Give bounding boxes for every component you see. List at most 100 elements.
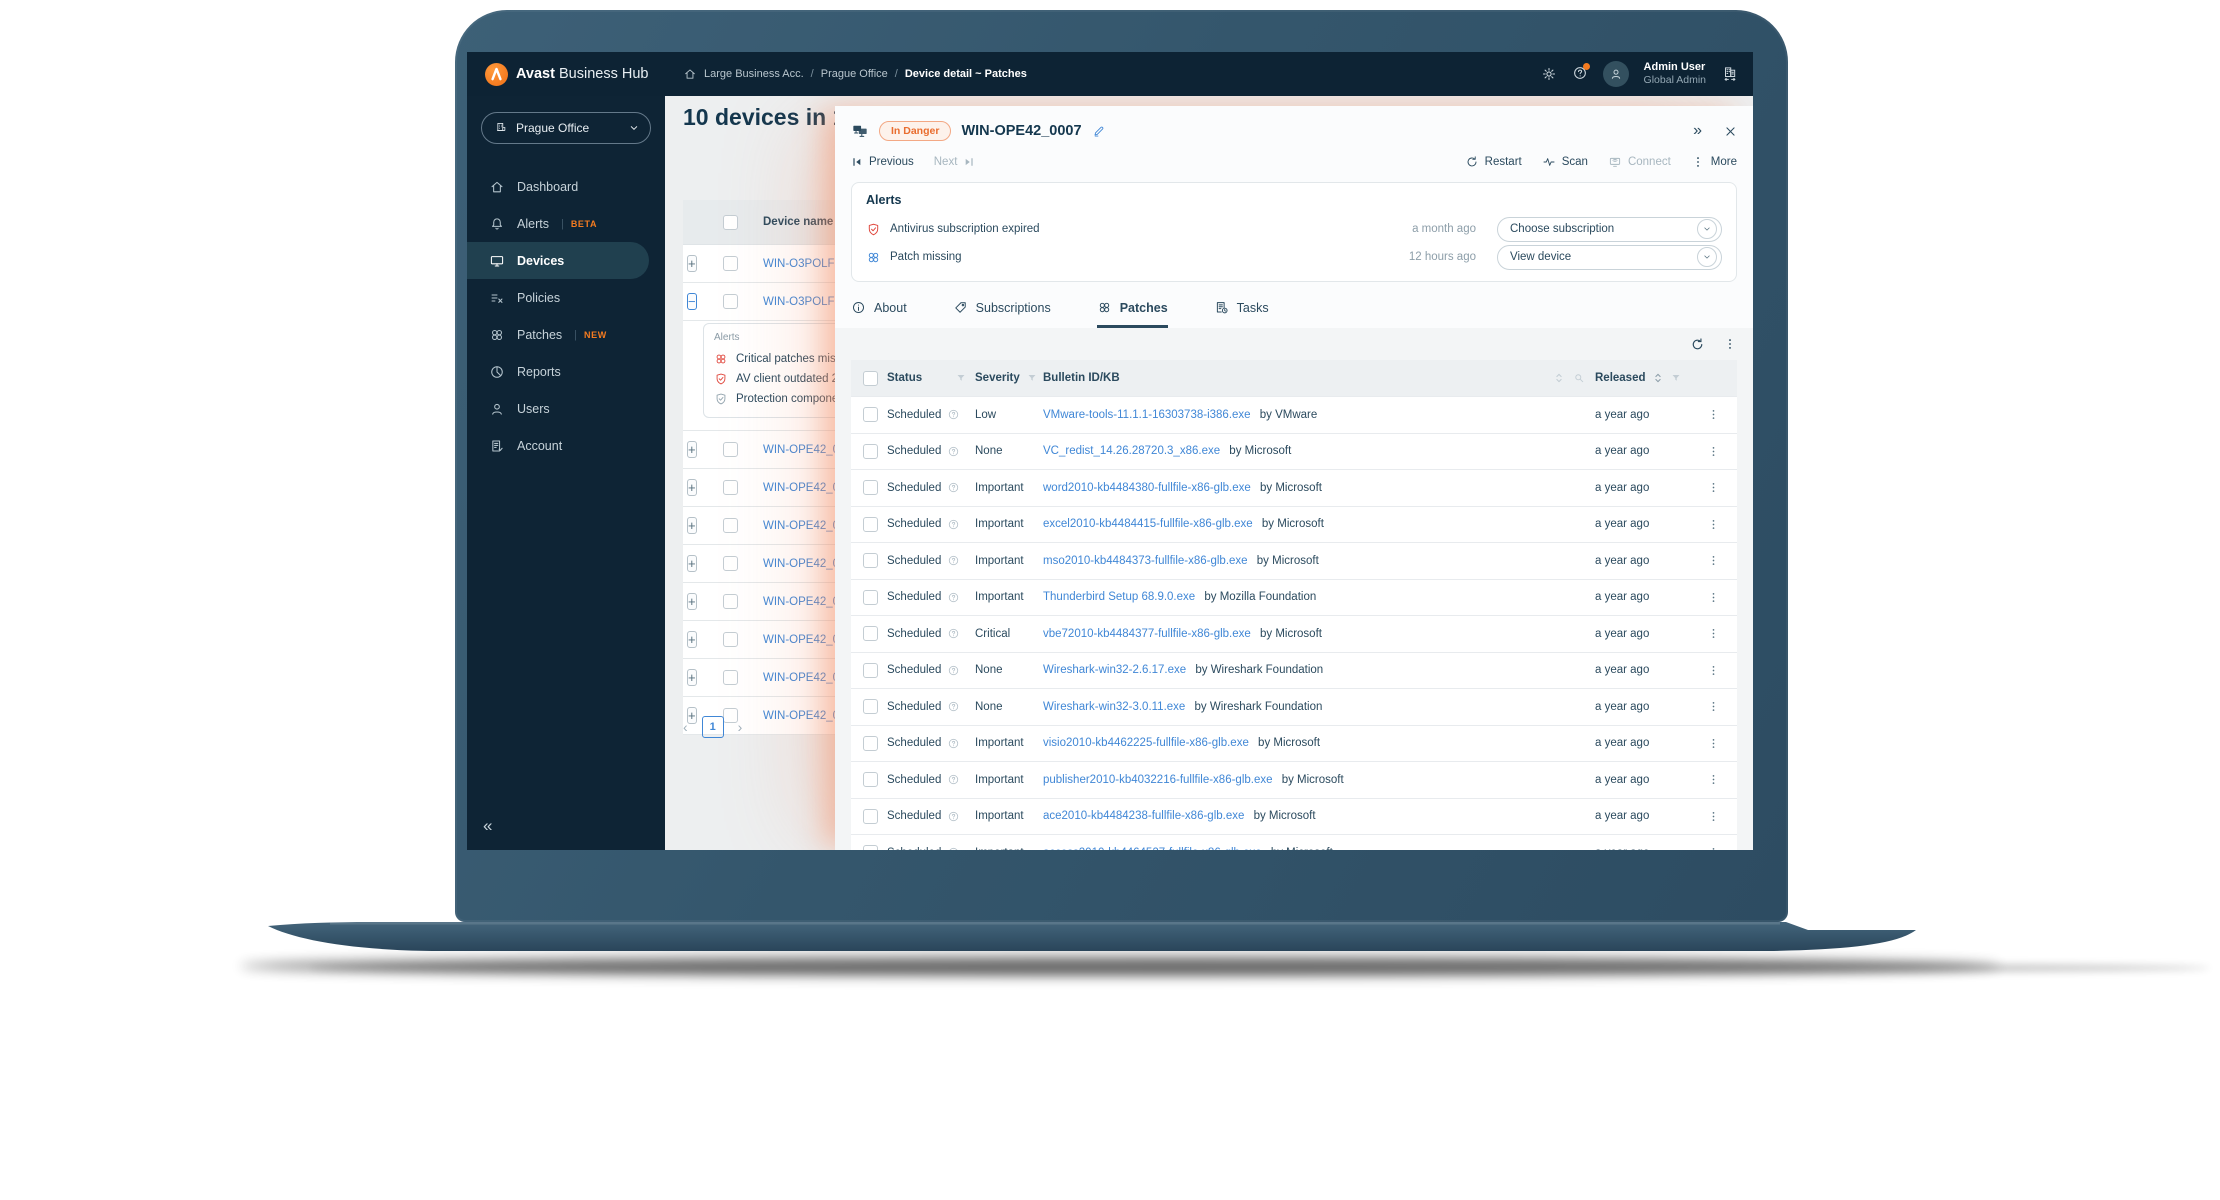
next-device-button[interactable]: Next bbox=[934, 156, 976, 168]
row-expander[interactable]: + bbox=[687, 517, 697, 534]
kebab-icon[interactable] bbox=[1707, 445, 1720, 458]
home-icon[interactable] bbox=[683, 67, 697, 81]
kebab-icon[interactable] bbox=[1707, 810, 1720, 823]
sidebar-collapse-icon[interactable]: « bbox=[483, 816, 492, 836]
row-checkbox[interactable] bbox=[863, 845, 878, 850]
kebab-icon[interactable] bbox=[1707, 737, 1720, 750]
alert-action-select[interactable]: Choose subscription bbox=[1497, 216, 1722, 242]
breadcrumb-item[interactable]: Prague Office bbox=[821, 68, 888, 80]
page-number-button[interactable]: 1 bbox=[701, 716, 724, 738]
row-checkbox[interactable] bbox=[723, 256, 738, 271]
kebab-menu-icon[interactable] bbox=[1723, 337, 1737, 351]
row-expander[interactable]: − bbox=[687, 293, 697, 310]
bulletin-link[interactable]: access2010-kb4464527-fullfile-x86-glb.ex… bbox=[1043, 847, 1262, 850]
company-switcher-icon[interactable] bbox=[1721, 65, 1739, 83]
bulletin-link[interactable]: visio2010-kb4462225-fullfile-x86-glb.exe bbox=[1043, 737, 1249, 749]
edit-pencil-icon[interactable] bbox=[1092, 124, 1106, 138]
sidebar-item-users[interactable]: Users bbox=[467, 390, 665, 427]
connect-button[interactable]: Connect bbox=[1608, 155, 1671, 169]
kebab-icon[interactable] bbox=[1707, 591, 1720, 604]
row-checkbox[interactable] bbox=[723, 632, 738, 647]
gear-icon[interactable] bbox=[1541, 66, 1557, 82]
row-checkbox[interactable] bbox=[723, 518, 738, 533]
breadcrumb-item[interactable]: Device detail ~ Patches bbox=[905, 68, 1027, 80]
row-checkbox[interactable] bbox=[863, 407, 878, 423]
tab-subscriptions[interactable]: Subscriptions bbox=[953, 300, 1051, 328]
org-selector[interactable]: Prague Office bbox=[481, 112, 651, 144]
bulletin-link[interactable]: Wireshark-win32-2.6.17.exe bbox=[1043, 664, 1186, 676]
bulletin-link[interactable]: VC_redist_14.26.28720.3_x86.exe bbox=[1043, 445, 1220, 457]
avatar[interactable] bbox=[1602, 61, 1629, 87]
row-expander[interactable]: + bbox=[687, 555, 697, 572]
search-icon[interactable] bbox=[1573, 372, 1585, 384]
help-button[interactable] bbox=[1572, 62, 1590, 84]
tab-patches[interactable]: Patches bbox=[1096, 300, 1168, 328]
bulletin-link[interactable]: word2010-kb4484380-fullfile-x86-glb.exe bbox=[1043, 482, 1251, 494]
kebab-icon[interactable] bbox=[1707, 664, 1720, 677]
sidebar-item-policies[interactable]: Policies bbox=[467, 279, 665, 316]
scan-button[interactable]: Scan bbox=[1542, 155, 1588, 169]
sidebar-item-reports[interactable]: Reports bbox=[467, 353, 665, 390]
row-checkbox[interactable] bbox=[863, 516, 878, 532]
row-checkbox[interactable] bbox=[863, 699, 878, 715]
kebab-icon[interactable] bbox=[1707, 700, 1720, 713]
row-expander[interactable]: + bbox=[687, 479, 697, 496]
bulletin-link[interactable]: publisher2010-kb4032216-fullfile-x86-glb… bbox=[1043, 774, 1273, 786]
filter-icon[interactable] bbox=[1670, 372, 1682, 384]
bulletin-link[interactable]: Thunderbird Setup 68.9.0.exe bbox=[1043, 591, 1195, 603]
row-checkbox[interactable] bbox=[863, 772, 878, 788]
row-checkbox[interactable] bbox=[723, 670, 738, 685]
filter-icon[interactable] bbox=[955, 372, 967, 384]
breadcrumb-item[interactable]: Large Business Acc. bbox=[704, 68, 804, 80]
more-button[interactable]: More bbox=[1691, 155, 1737, 169]
bulletin-link[interactable]: vbe72010-kb4484377-fullfile-x86-glb.exe bbox=[1043, 628, 1251, 640]
restart-button[interactable]: Restart bbox=[1465, 155, 1522, 169]
close-icon[interactable] bbox=[1724, 125, 1737, 138]
row-checkbox[interactable] bbox=[863, 480, 878, 496]
refresh-icon[interactable] bbox=[1690, 337, 1705, 352]
row-checkbox[interactable] bbox=[863, 553, 878, 569]
row-checkbox[interactable] bbox=[723, 556, 738, 571]
tab-about[interactable]: About bbox=[851, 300, 907, 328]
row-checkbox[interactable] bbox=[863, 626, 878, 642]
sidebar-item-devices[interactable]: Devices bbox=[467, 242, 649, 279]
bulletin-link[interactable]: ace2010-kb4484238-fullfile-x86-glb.exe bbox=[1043, 810, 1244, 822]
select-all-patches-checkbox[interactable] bbox=[863, 370, 878, 386]
row-checkbox[interactable] bbox=[863, 589, 878, 605]
bulletin-link[interactable]: excel2010-kb4484415-fullfile-x86-glb.exe bbox=[1043, 518, 1253, 530]
alert-action-select[interactable]: View device bbox=[1497, 244, 1722, 270]
bulletin-link[interactable]: VMware-tools-11.1.1-16303738-i386.exe bbox=[1043, 409, 1251, 421]
row-checkbox[interactable] bbox=[723, 294, 738, 309]
next-page-button[interactable]: › bbox=[738, 719, 743, 735]
kebab-icon[interactable] bbox=[1707, 481, 1720, 494]
tab-tasks[interactable]: Tasks bbox=[1214, 300, 1269, 328]
row-checkbox[interactable] bbox=[863, 808, 878, 824]
row-checkbox[interactable] bbox=[723, 594, 738, 609]
sort-icon[interactable] bbox=[1553, 372, 1565, 384]
collapse-panel-icon[interactable]: » bbox=[1693, 122, 1702, 140]
row-expander[interactable]: + bbox=[687, 255, 697, 272]
row-expander[interactable]: + bbox=[687, 441, 697, 458]
kebab-icon[interactable] bbox=[1707, 846, 1720, 850]
row-checkbox[interactable] bbox=[863, 735, 878, 751]
row-expander[interactable]: + bbox=[687, 593, 697, 610]
sidebar-item-dashboard[interactable]: Dashboard bbox=[467, 168, 665, 205]
row-expander[interactable]: + bbox=[687, 669, 697, 686]
bulletin-link[interactable]: mso2010-kb4484373-fullfile-x86-glb.exe bbox=[1043, 555, 1248, 567]
prev-page-button[interactable]: ‹ bbox=[683, 719, 688, 735]
row-expander[interactable]: + bbox=[687, 631, 697, 648]
filter-icon[interactable] bbox=[1026, 372, 1038, 384]
sidebar-item-alerts[interactable]: Alerts | BETA bbox=[467, 205, 665, 242]
kebab-icon[interactable] bbox=[1707, 518, 1720, 531]
bulletin-link[interactable]: Wireshark-win32-3.0.11.exe bbox=[1043, 701, 1185, 713]
kebab-icon[interactable] bbox=[1707, 627, 1720, 640]
sort-icon[interactable] bbox=[1652, 372, 1664, 384]
previous-device-button[interactable]: Previous bbox=[851, 156, 914, 168]
user-block[interactable]: Admin User Global Admin bbox=[1644, 61, 1706, 88]
kebab-icon[interactable] bbox=[1707, 773, 1720, 786]
row-checkbox[interactable] bbox=[723, 480, 738, 495]
row-checkbox[interactable] bbox=[863, 662, 878, 678]
kebab-icon[interactable] bbox=[1707, 554, 1720, 567]
sidebar-item-account[interactable]: Account bbox=[467, 427, 665, 464]
select-all-checkbox[interactable] bbox=[723, 214, 738, 230]
